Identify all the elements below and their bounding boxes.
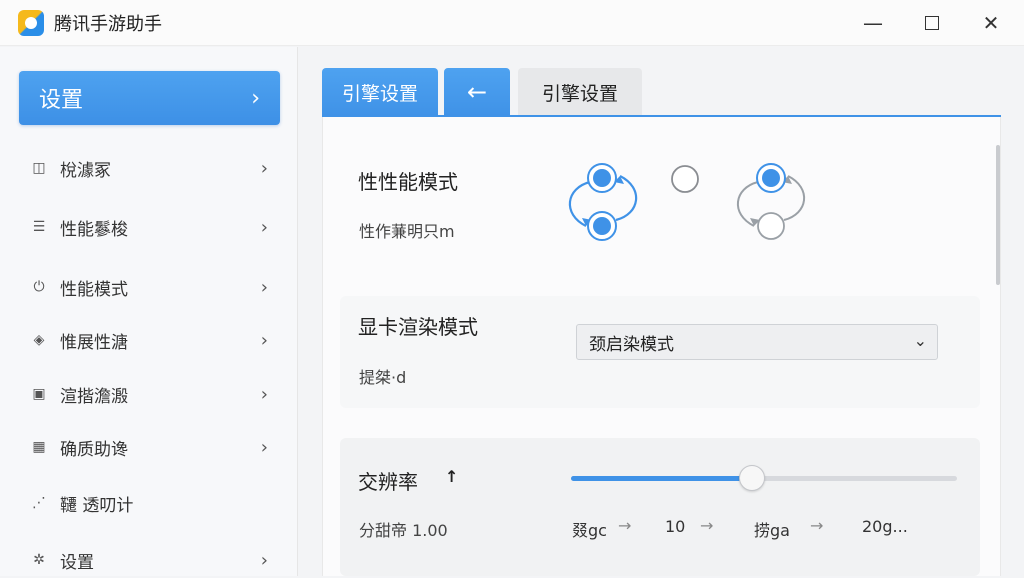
close-button[interactable]: ✕	[976, 8, 1006, 38]
card-icon: ▣	[32, 386, 46, 402]
minimize-icon: —	[863, 11, 883, 35]
chevron-right-icon: ›	[260, 157, 268, 179]
mode-option-single[interactable]	[668, 162, 702, 196]
sidebar-item-label: 渲揩澹溵	[60, 386, 128, 407]
sidebar-item-settings[interactable]: ✲ 设置 ›	[24, 542, 274, 578]
minimize-button[interactable]: —	[858, 8, 888, 38]
sidebar-item-performance-mode[interactable]: ⏻ 性能模式 ›	[24, 269, 274, 305]
sidebar-header-label: 设置	[39, 88, 84, 113]
sidebar-item-1[interactable]: ◫ 梲澽冢 ›	[24, 150, 274, 186]
slider-fill	[571, 476, 753, 481]
arrow-right-icon: →	[810, 516, 824, 535]
mode-option-top[interactable]	[728, 158, 814, 244]
sidebar-item-6[interactable]: ▦ 确质助谗 ›	[24, 429, 274, 465]
sidebar-item-label: 确质助谗	[60, 439, 128, 460]
sidebar-item-label: 设置	[60, 552, 94, 573]
resolution-title: 交辨率	[358, 470, 418, 494]
arrow-up-icon: ↑	[445, 467, 459, 486]
close-icon: ✕	[982, 11, 1000, 35]
sidebar-item-label: 惟展性溏	[60, 332, 128, 353]
maximize-button[interactable]	[917, 8, 947, 38]
resolution-step-label: 叕gc	[572, 521, 607, 540]
performance-mode-subtitle: 性作蒹明只m	[359, 222, 455, 241]
diamond-icon: ◈	[33, 332, 45, 348]
power-icon: ⏻	[33, 279, 45, 295]
chevron-right-icon: ›	[260, 216, 268, 238]
app-logo-icon	[18, 9, 44, 36]
arrow-right-icon: →	[618, 516, 632, 535]
render-mode-select-value: 颈启染模式	[589, 334, 674, 355]
sidebar-item-2[interactable]: ☰ 性能鬖梭 ›	[24, 209, 274, 245]
tab-engine-settings[interactable]: 引擎设置	[322, 68, 438, 116]
render-mode-subtitle: 提桀·d	[359, 368, 407, 387]
render-mode-title: 显卡渲染模式	[358, 315, 478, 339]
performance-mode-title: 性性能模式	[358, 170, 458, 194]
sidebar-item-4[interactable]: ◈ 惟展性溏 ›	[24, 322, 274, 358]
resolution-step-label: 20g...	[862, 517, 908, 536]
sidebar-item-label: 梲澽冢	[60, 160, 111, 181]
gear-icon: ✲	[33, 552, 45, 568]
sidebar-item-5[interactable]: ▣ 渲揩澹溵 ›	[24, 376, 274, 412]
chevron-down-icon: ⌄	[913, 331, 927, 350]
chart-icon: ⋰	[32, 495, 46, 511]
doc-icon: ☰	[32, 219, 46, 235]
sidebar-item-7[interactable]: ⋰ 韆 透叨计	[24, 485, 274, 521]
arrow-right-icon: →	[700, 516, 714, 535]
resolution-subtitle: 分甜帝 1.00	[359, 521, 448, 540]
maximize-icon	[925, 16, 939, 30]
chevron-right-icon: ›	[260, 383, 268, 405]
mode-option-dual[interactable]	[560, 158, 646, 244]
chevron-right-icon: ›	[260, 329, 268, 351]
back-button[interactable]: ←	[444, 68, 510, 116]
chevron-right-icon: ›	[260, 436, 268, 458]
resolution-slider[interactable]	[571, 465, 957, 491]
sidebar-item-label: 性能模式	[60, 279, 128, 300]
chevron-right-icon: ›	[251, 85, 260, 111]
render-mode-select[interactable]: 颈启染模式 ⌄	[576, 324, 938, 360]
resolution-step-label: 10	[665, 517, 686, 536]
calendar-icon: ▦	[32, 439, 46, 455]
performance-icon: ◫	[32, 160, 46, 176]
app-title: 腾讯手游助手	[54, 13, 162, 35]
chevron-right-icon: ›	[260, 276, 268, 298]
sidebar-item-label: 性能鬖梭	[60, 219, 128, 240]
arrow-left-icon: ←	[466, 78, 488, 106]
sidebar-item-label: 韆 透叨计	[60, 495, 134, 516]
scrollbar[interactable]	[996, 145, 1000, 285]
resolution-section	[340, 438, 980, 576]
resolution-step-label: 捞ga	[754, 521, 790, 540]
sidebar-header-settings[interactable]: 设置 ›	[19, 71, 280, 125]
tab-engine-settings-2[interactable]: 引擎设置	[518, 68, 642, 116]
chevron-right-icon: ›	[260, 549, 268, 571]
performance-mode-section	[340, 140, 980, 268]
